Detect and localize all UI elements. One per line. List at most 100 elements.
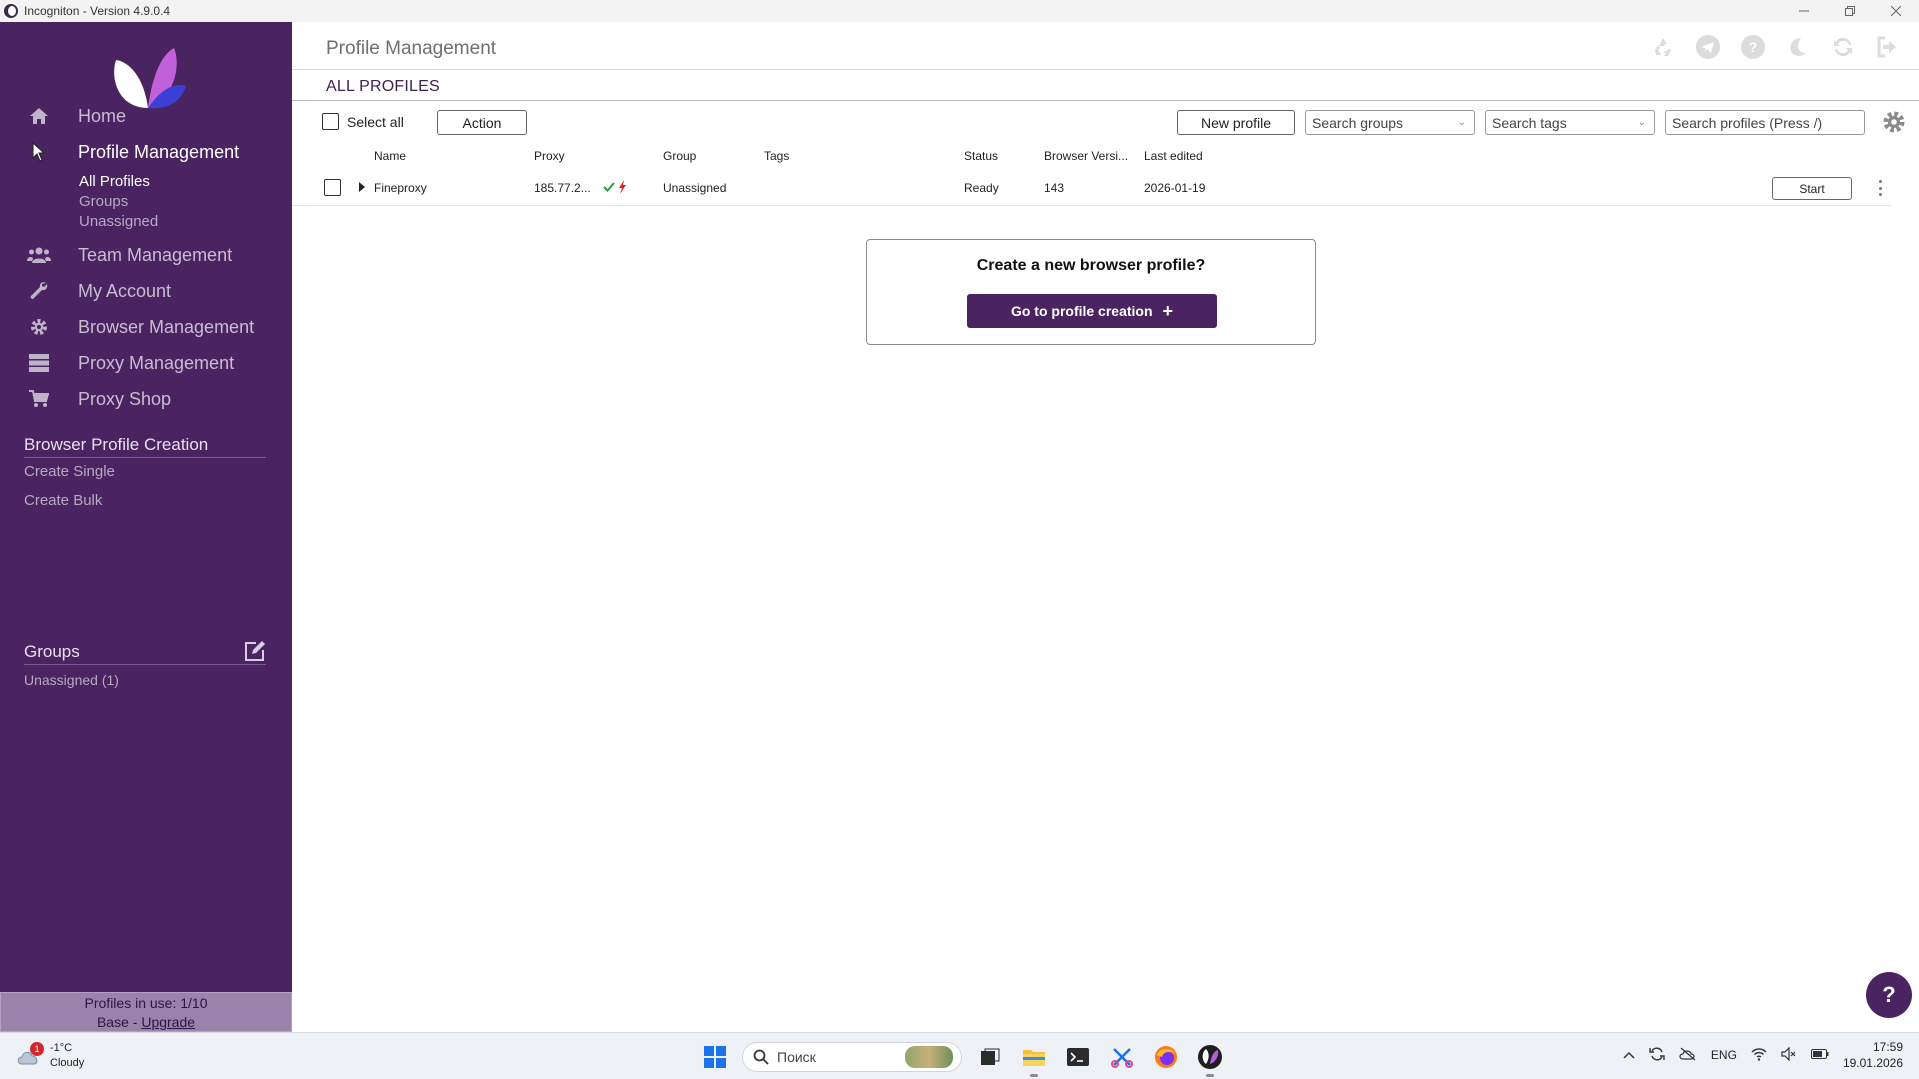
restore-icon	[1845, 6, 1855, 16]
plus-icon: +	[1162, 300, 1174, 321]
snipping-tool-icon[interactable]	[1106, 1041, 1138, 1073]
header-toolbar: ?	[1650, 34, 1901, 60]
search-tags-placeholder: Search tags	[1492, 114, 1567, 131]
nav-team-management-label: Team Management	[78, 244, 233, 265]
firefox-icon[interactable]	[1150, 1041, 1182, 1073]
new-profile-button[interactable]: New profile	[1177, 110, 1295, 135]
cloud-icon: 1	[16, 1042, 44, 1066]
profile-name[interactable]: Fineproxy	[374, 181, 427, 195]
edit-groups-icon[interactable]	[244, 640, 266, 662]
search-profiles-input[interactable]: Search profiles (Press /)	[1665, 110, 1865, 135]
select-all-box[interactable]	[322, 113, 339, 130]
recycle-icon[interactable]	[1650, 34, 1676, 60]
taskbar-clock[interactable]: 17:59 19.01.2026	[1843, 1039, 1903, 1071]
column-header-browser-version[interactable]: Browser Versi...	[1044, 149, 1128, 163]
taskbar-search[interactable]: Поиск	[742, 1042, 962, 1072]
volume-muted-icon[interactable]	[1781, 1046, 1797, 1064]
row-checkbox[interactable]	[324, 179, 341, 196]
subnav-unassigned[interactable]: Unassigned	[79, 213, 158, 230]
close-button[interactable]	[1873, 0, 1919, 22]
help-chat-button[interactable]: ?	[1866, 972, 1912, 1018]
column-header-name[interactable]: Name	[374, 149, 406, 163]
nav-proxy-management[interactable]: Proxy Management	[0, 345, 292, 381]
incogniton-taskbar-icon[interactable]	[1194, 1041, 1226, 1077]
logout-icon[interactable]	[1875, 34, 1901, 60]
proxy-ok-check-icon	[603, 182, 615, 192]
column-header-group[interactable]: Group	[663, 149, 696, 163]
wifi-icon[interactable]	[1751, 1047, 1767, 1064]
terminal-icon[interactable]	[1062, 1041, 1094, 1073]
minimize-icon	[1799, 10, 1809, 12]
section-title: ALL PROFILES	[326, 78, 440, 95]
group-unassigned[interactable]: Unassigned (1)	[24, 672, 119, 688]
row-menu-icon[interactable]	[1873, 178, 1887, 198]
create-bulk-link[interactable]: Create Bulk	[24, 492, 102, 509]
gear-icon	[27, 315, 51, 339]
column-header-status[interactable]: Status	[964, 149, 998, 163]
search-icon	[753, 1049, 769, 1065]
minimize-button[interactable]	[1781, 0, 1827, 22]
nav-browser-management[interactable]: Browser Management	[0, 309, 292, 345]
divider	[24, 457, 266, 458]
weather-temp: -1°C	[50, 1042, 73, 1054]
profile-browser-version: 143	[1044, 181, 1065, 195]
task-view-icon[interactable]	[974, 1041, 1006, 1073]
refresh-icon[interactable]	[1830, 34, 1856, 60]
cloud-offline-icon[interactable]	[1679, 1047, 1697, 1064]
table-settings-gear-icon[interactable]	[1882, 110, 1906, 134]
table-row[interactable]: Fineproxy 185.77.2... Unassigned Ready 1…	[292, 170, 1891, 206]
nav-proxy-shop-label: Proxy Shop	[78, 388, 172, 409]
weather-text: -1°C Cloudy	[50, 1041, 84, 1071]
nav-home-label: Home	[78, 105, 127, 126]
system-tray: ENG 17:59 19.01.2026	[1623, 1039, 1903, 1071]
home-icon	[27, 104, 51, 128]
nav-profile-management[interactable]: Profile Management	[0, 134, 292, 170]
profile-proxy: 185.77.2...	[534, 181, 591, 195]
search-groups-dropdown[interactable]: Search groups ⌄	[1305, 110, 1475, 135]
users-icon	[27, 243, 51, 267]
server-icon	[27, 351, 51, 375]
battery-icon[interactable]	[1810, 1048, 1829, 1063]
moon-icon[interactable]	[1785, 34, 1811, 60]
create-profile-card: Create a new browser profile? Go to prof…	[866, 239, 1316, 345]
profile-group: Unassigned	[663, 181, 727, 195]
subnav-all-profiles[interactable]: All Profiles	[79, 173, 150, 190]
create-single-link[interactable]: Create Single	[24, 463, 115, 480]
nav-my-account[interactable]: My Account	[0, 273, 292, 309]
search-profiles-placeholder: Search profiles (Press /)	[1672, 114, 1823, 131]
go-to-profile-creation-label: Go to profile creation	[1010, 303, 1153, 319]
clock-date: 19.01.2026	[1842, 1056, 1903, 1070]
nav-team-management[interactable]: Team Management	[0, 237, 292, 273]
telegram-icon[interactable]	[1695, 34, 1721, 60]
main-content: Profile Management ? ALL PROFILES Select…	[292, 22, 1919, 1032]
start-profile-button[interactable]: Start	[1772, 177, 1852, 200]
pointer-icon	[27, 140, 51, 164]
column-header-proxy[interactable]: Proxy	[534, 149, 565, 163]
nav-proxy-shop[interactable]: Proxy Shop	[0, 381, 292, 417]
windows-start-icon[interactable]	[700, 1042, 730, 1072]
select-all-checkbox[interactable]: Select all	[322, 113, 404, 130]
sync-icon[interactable]	[1649, 1046, 1665, 1065]
language-indicator[interactable]: ENG	[1711, 1048, 1737, 1062]
profile-creation-title: Browser Profile Creation	[24, 435, 209, 454]
chevron-up-icon[interactable]	[1623, 1048, 1635, 1062]
go-to-profile-creation-button[interactable]: Go to profile creation +	[967, 294, 1217, 328]
chevron-down-icon: ⌄	[1637, 117, 1646, 128]
column-header-tags[interactable]: Tags	[764, 149, 789, 163]
column-header-last-edited[interactable]: Last edited	[1144, 149, 1203, 163]
chevron-down-icon: ⌄	[1457, 117, 1466, 128]
search-tags-dropdown[interactable]: Search tags ⌄	[1485, 110, 1655, 135]
file-explorer-icon[interactable]	[1018, 1041, 1050, 1077]
action-button[interactable]: Action	[437, 110, 527, 135]
restore-button[interactable]	[1827, 0, 1873, 22]
expand-row-icon[interactable]	[359, 182, 365, 192]
nav-home[interactable]: Home	[0, 98, 292, 134]
subnav-groups[interactable]: Groups	[79, 193, 128, 210]
taskbar-search-placeholder: Поиск	[777, 1049, 816, 1065]
upgrade-link[interactable]: Upgrade	[141, 1014, 195, 1030]
search-groups-placeholder: Search groups	[1312, 114, 1404, 131]
create-profile-question: Create a new browser profile?	[976, 257, 1206, 274]
help-circle-icon[interactable]: ?	[1740, 34, 1766, 60]
weather-widget[interactable]: 1 -1°C Cloudy	[16, 1041, 84, 1071]
nav-my-account-label: My Account	[78, 280, 172, 301]
